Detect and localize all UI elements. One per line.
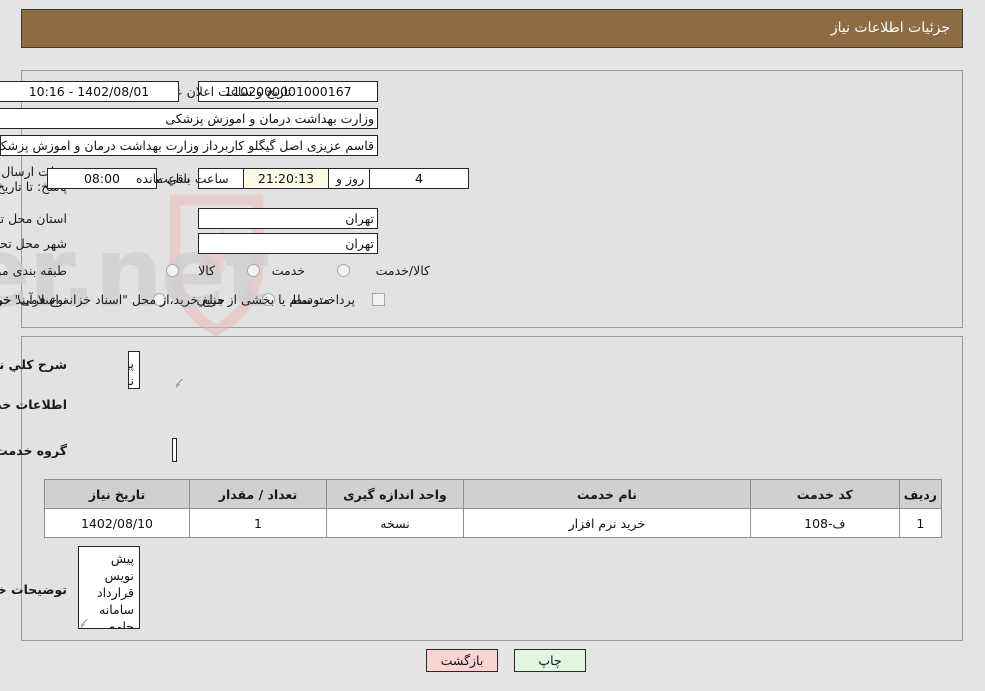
checkbox-treasury-note[interactable] [372, 293, 385, 306]
label-city: شهر محل تحویل: [0, 236, 67, 251]
cell-quantity: 1 [189, 508, 327, 538]
services-table: ردیف کد خدمت نام خدمت واحد اندازه گیری ت… [44, 479, 943, 538]
back-button[interactable]: بازگشت [426, 649, 498, 672]
label-service-group: گروه خدمت: [0, 443, 67, 458]
days-left-value: 4 [369, 168, 469, 189]
radio-service[interactable] [247, 264, 260, 277]
col-name: نام خدمت [463, 479, 751, 509]
general-description-textarea[interactable]: پیش نویس قرارداد سامانه جامع مدیریت نگهد… [128, 351, 140, 389]
requester-value: قاسم عزیزی اصل گیگلو کاربرداز وزارت بهدا… [0, 135, 378, 156]
col-row: ردیف [898, 479, 943, 509]
buyer-notes-textarea[interactable]: پیش نویس قرارداد سامانه جامع مدیریت نگهد… [78, 546, 140, 629]
col-unit: واحد اندازه گیری [326, 479, 464, 509]
section-title-services: اطلاعات خدمات مورد نیاز [0, 397, 67, 412]
radio-goods-service-label: کالا/خدمت [375, 263, 430, 278]
label-buyer-notes: توضیحات خریدار: [0, 582, 67, 597]
radio-goods[interactable] [166, 264, 179, 277]
checkbox-treasury-note-label: پرداخت تمام یا بخشی از مبلغ خرید،از محل … [0, 292, 355, 307]
time-left-value: 21:20:13 [243, 168, 329, 189]
label-general-description: شرح کلي نیاز: [0, 357, 67, 372]
radio-goods-label: کالا [198, 263, 215, 278]
label-time-remaining: ساعت باقي مانده [136, 171, 229, 186]
city-value: تهران [198, 233, 378, 254]
window-titlebar: جزئیات اطلاعات نیاز [21, 9, 963, 48]
label-province: استان محل تحویل: [0, 211, 67, 226]
col-need-date: تاریخ نیاز [44, 479, 190, 509]
announce-datetime-value: 1402/08/01 - 10:16 [0, 81, 179, 102]
cell-row: 1 [898, 508, 943, 538]
cell-code: ف-108 [749, 508, 900, 538]
radio-service-label: خدمت [271, 263, 305, 278]
label-days-and: روز و [336, 171, 365, 186]
radio-goods-service[interactable] [337, 264, 350, 277]
cell-unit: نسخه [326, 508, 464, 538]
page-root: AriaTender.net جزئیات اطلاعات نیاز شماره… [0, 0, 985, 691]
print-button[interactable]: چاپ [514, 649, 586, 672]
table-header-row: ردیف کد خدمت نام خدمت واحد اندازه گیری ت… [44, 479, 943, 509]
table-row: 1 ف-108 خرید نرم افزار نسخه 1 1402/08/10 [44, 508, 943, 538]
service-group-value: فن آوری اطلاعات [172, 438, 177, 462]
province-value: تهران [198, 208, 378, 229]
cell-name: خرید نرم افزار [463, 508, 751, 538]
col-quantity: تعداد / مقدار [189, 479, 327, 509]
label-category: طبقه بندی موضوعی: [0, 263, 67, 278]
page-title: جزئیات اطلاعات نیاز [830, 20, 950, 36]
cell-need-date: 1402/08/10 [44, 508, 190, 538]
buyer-org-value: وزارت بهداشت درمان و اموزش پزشکی [0, 108, 378, 129]
col-code: کد خدمت [749, 479, 900, 509]
